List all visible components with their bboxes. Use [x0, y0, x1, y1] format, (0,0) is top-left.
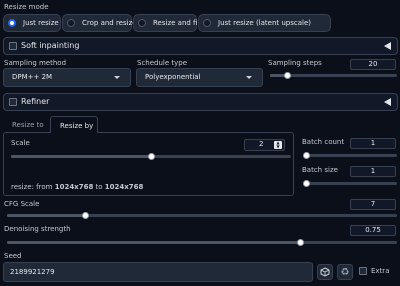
- radio-selected-icon: [8, 19, 16, 27]
- slider-thumb[interactable]: [283, 72, 291, 79]
- batch-count-slider[interactable]: [303, 152, 397, 159]
- slider-thumb[interactable]: [303, 180, 310, 187]
- slider-fill: [11, 155, 151, 158]
- resize-info-prefix: resize: from: [11, 183, 55, 191]
- tab-resize-by-label: Resize by: [60, 122, 94, 130]
- slider-thumb[interactable]: [296, 239, 304, 246]
- dice-button[interactable]: [317, 264, 333, 280]
- stepper-arrows-icon[interactable]: ▲ ▼: [274, 141, 282, 149]
- radio-icon: [138, 19, 146, 27]
- resize-mode-crop-and-resize[interactable]: Crop and resize: [62, 14, 137, 32]
- cfg-scale-slider[interactable]: [7, 212, 397, 219]
- resize-by-panel: Scale 2 ▲ ▼ resize: from 1024x768 to 1024…: [3, 132, 294, 196]
- recycle-icon: ♻: [340, 266, 350, 278]
- schedule-type-label: Schedule type: [137, 59, 188, 67]
- radio-icon: [67, 19, 75, 27]
- tab-resize-to[interactable]: Resize to: [12, 121, 44, 129]
- resize-from-value: 1024x768: [54, 183, 94, 191]
- resize-to-value: 1024x768: [104, 183, 144, 191]
- schedule-type-value: Polyexponential: [145, 73, 201, 81]
- scale-label: Scale: [11, 139, 30, 147]
- batch-count-label: Batch count: [302, 138, 345, 146]
- chevron-down-icon: [114, 76, 120, 79]
- extra-checkbox[interactable]: [359, 267, 367, 275]
- refiner-accordion[interactable]: Refiner: [3, 93, 398, 111]
- denoising-strength-label: Denoising strength: [4, 225, 71, 233]
- denoising-strength-input[interactable]: 0.75: [350, 225, 396, 236]
- slider-thumb[interactable]: [148, 153, 155, 160]
- radio-icon: [203, 19, 211, 27]
- batch-count-input[interactable]: 1: [350, 138, 396, 149]
- batch-size-label: Batch size: [302, 166, 338, 174]
- resize-mode-label: Resize mode: [4, 3, 49, 11]
- sampling-steps-label: Sampling steps: [268, 59, 322, 67]
- resize-mode-just-resize[interactable]: Just resize: [3, 14, 61, 32]
- batch-size-slider[interactable]: [303, 180, 397, 187]
- resize-mode-option-label: Just resize: [23, 19, 59, 27]
- denoising-strength-slider[interactable]: [7, 239, 397, 246]
- slider-fill: [7, 214, 85, 217]
- batch-size-input[interactable]: 1: [350, 166, 396, 177]
- soft-inpainting-checkbox[interactable]: [9, 42, 17, 50]
- resize-mode-resize-and-fill[interactable]: Resize and fill: [133, 14, 201, 32]
- schedule-type-dropdown[interactable]: Polyexponential: [136, 68, 263, 87]
- cfg-scale-label: CFG Scale: [4, 200, 40, 208]
- recycle-button[interactable]: ♻: [337, 264, 353, 280]
- collapse-triangle-icon[interactable]: [384, 42, 391, 50]
- dice-icon: [320, 267, 330, 277]
- tab-resize-by[interactable]: Resize by: [50, 116, 98, 133]
- extra-label: Extra: [371, 267, 390, 275]
- seed-label: Seed: [4, 252, 22, 260]
- soft-inpainting-accordion[interactable]: Soft inpainting: [3, 37, 398, 55]
- sampling-steps-input[interactable]: 20: [350, 59, 396, 70]
- slider-fill: [7, 241, 300, 244]
- sampling-method-dropdown[interactable]: DPM++ 2M: [3, 68, 131, 87]
- scale-value: 2: [259, 140, 264, 148]
- chevron-down-icon: [246, 76, 252, 79]
- resize-info-mid: to: [93, 183, 105, 191]
- refiner-title: Refiner: [21, 97, 50, 106]
- resize-mode-option-label: Resize and fill: [153, 19, 202, 27]
- resize-info-text: resize: from 1024x768 to 1024x768: [11, 183, 143, 192]
- seed-input[interactable]: 2189921279: [3, 262, 313, 282]
- slider-thumb[interactable]: [303, 152, 310, 159]
- cfg-scale-input[interactable]: 7: [350, 199, 396, 210]
- resize-mode-option-label: Crop and resize: [82, 19, 137, 27]
- scale-slider[interactable]: [11, 153, 291, 160]
- sampling-steps-slider[interactable]: [270, 72, 397, 79]
- sampling-method-label: Sampling method: [4, 59, 67, 67]
- collapse-triangle-icon[interactable]: [384, 98, 391, 106]
- resize-mode-option-label: Just resize (latent upscale): [218, 19, 312, 27]
- resize-mode-latent-upscale[interactable]: Just resize (latent upscale): [198, 14, 331, 32]
- soft-inpainting-title: Soft inpainting: [21, 41, 80, 50]
- refiner-checkbox[interactable]: [9, 98, 17, 106]
- sampling-method-value: DPM++ 2M: [12, 73, 53, 81]
- slider-thumb[interactable]: [82, 212, 89, 219]
- scale-input[interactable]: 2 ▲ ▼: [244, 139, 285, 151]
